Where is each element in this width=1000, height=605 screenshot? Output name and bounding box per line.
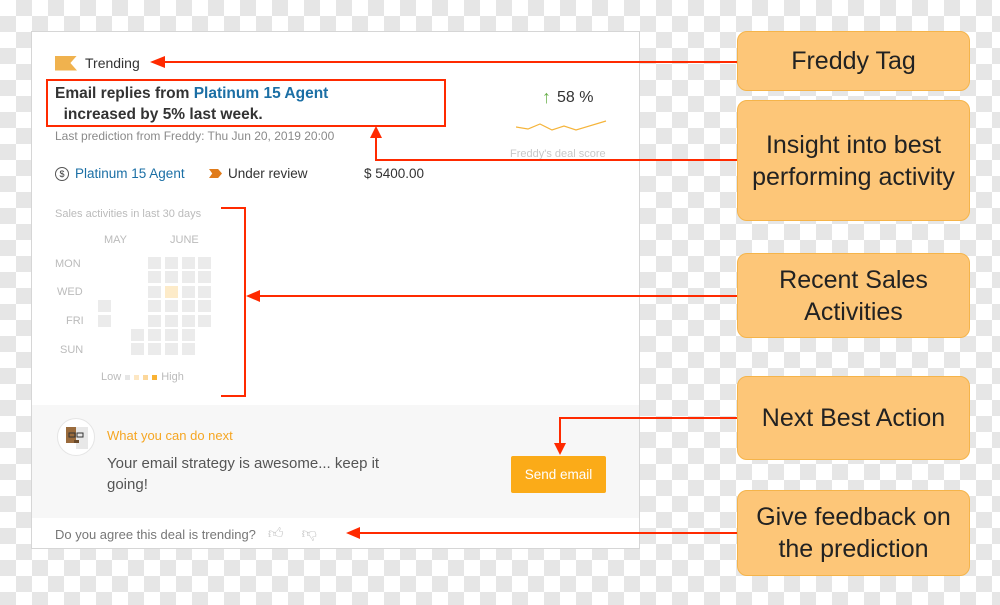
- prediction-timestamp: Last prediction from Freddy: Thu Jun 20,…: [55, 129, 335, 143]
- deal-amount: $ 5400.00: [364, 166, 425, 181]
- dollar-icon: $: [55, 166, 69, 181]
- heatmap-cell: [148, 271, 162, 284]
- thumbs-down-icon[interactable]: 👎︎: [302, 525, 317, 543]
- legend-swatch: [143, 374, 149, 380]
- heatmap-cell: [148, 329, 162, 341]
- heatmap-cell: [164, 329, 178, 341]
- arrow-up-icon: ↑: [542, 87, 551, 107]
- freddy-avatar: [57, 418, 95, 456]
- heatmap-cell: [181, 329, 195, 341]
- headline-deal-link[interactable]: Platinum 15 Agent: [194, 85, 329, 102]
- heatmap-cell: [98, 300, 111, 313]
- day-label: WED: [57, 286, 83, 298]
- flag-icon: [55, 55, 77, 71]
- heatmap-cell: [148, 300, 162, 313]
- heatmap-cell: [148, 285, 162, 298]
- legend-swatch: [125, 374, 131, 380]
- stage-label: Under review: [228, 166, 308, 181]
- heatmap-cell: [181, 343, 195, 356]
- heatmap-cell: [181, 271, 195, 284]
- feedback-row: Do you agree this deal is trending? 👍︎ 👎︎: [55, 525, 317, 543]
- day-label: SUN: [60, 344, 84, 356]
- send-email-button[interactable]: Send email: [511, 456, 606, 493]
- callout-freddy-tag: Freddy Tag: [737, 31, 970, 91]
- stage-icon: [209, 169, 222, 178]
- heatmap-cell: [148, 343, 162, 356]
- heatmap-cell: [198, 314, 212, 327]
- heatmap-cell: [198, 271, 212, 284]
- thumbs-up-icon[interactable]: 👍︎: [268, 525, 284, 543]
- legend-low: Low: [101, 371, 122, 383]
- callout-next-best-action: Next Best Action: [737, 376, 970, 460]
- heatmap-title: Sales activities in last 30 days: [55, 208, 202, 220]
- heatmap-cell: [198, 285, 212, 298]
- heatmap-cell: [164, 300, 178, 313]
- month-label: MAY: [104, 234, 128, 246]
- callout-sales-activities: Recent Sales Activities: [737, 253, 970, 338]
- insight-headline: Email replies from Platinum 15 Agent inc…: [55, 83, 425, 125]
- deal-stage: Under review: [209, 166, 308, 181]
- heatmap-cell: [181, 257, 195, 269]
- score-label: Freddy's deal score: [510, 148, 606, 160]
- heatmap-cell: [148, 257, 162, 269]
- heatmap-cell: [164, 285, 178, 298]
- heatmap-cell: [131, 343, 145, 356]
- next-best-action: What you can do next Your email strategy…: [32, 405, 639, 518]
- feedback-question: Do you agree this deal is trending?: [55, 526, 256, 542]
- month-label: JUNE: [170, 234, 199, 246]
- score-sparkline: [516, 120, 607, 131]
- deal-link[interactable]: Platinum 15 Agent: [75, 166, 185, 181]
- legend-swatch: [152, 374, 158, 380]
- heatmap-cell: [198, 257, 212, 269]
- deal-insight-card: Trending Email replies from Platinum 15 …: [31, 31, 640, 549]
- nba-title: What you can do next: [107, 428, 233, 443]
- heatmap-cell: [164, 271, 178, 284]
- nba-message: Your email strategy is awesome... keep i…: [107, 455, 380, 493]
- headline-text-end: increased by 5% last week.: [55, 106, 263, 123]
- day-label: MON: [55, 258, 81, 270]
- legend-high: High: [161, 371, 184, 383]
- deal-score: ↑ 58 %: [542, 87, 593, 108]
- legend-swatch: [134, 374, 140, 380]
- heatmap-cell: [164, 343, 178, 356]
- day-label: FRI: [66, 315, 84, 327]
- tag-label: Trending: [85, 55, 140, 71]
- deal-name[interactable]: $ Platinum 15 Agent: [55, 166, 185, 181]
- headline-text: Email replies from: [55, 85, 194, 102]
- callout-feedback: Give feedback on the prediction: [737, 490, 970, 576]
- heatmap-cell: [181, 314, 195, 327]
- heatmap-cell: [164, 314, 178, 327]
- heatmap-legend: Low High: [101, 371, 184, 383]
- heatmap-cell: [131, 329, 145, 341]
- heatmap-cell: [148, 314, 162, 327]
- freddy-tag: Trending: [55, 55, 140, 71]
- heatmap-cell: [164, 257, 178, 269]
- heatmap-cell: [181, 300, 195, 313]
- callout-insight: Insight into best performing activity: [737, 100, 970, 221]
- heatmap-cell: [98, 314, 111, 327]
- score-value: 58 %: [557, 88, 594, 106]
- heatmap-cell: [181, 285, 195, 298]
- heatmap-cell: [198, 300, 212, 313]
